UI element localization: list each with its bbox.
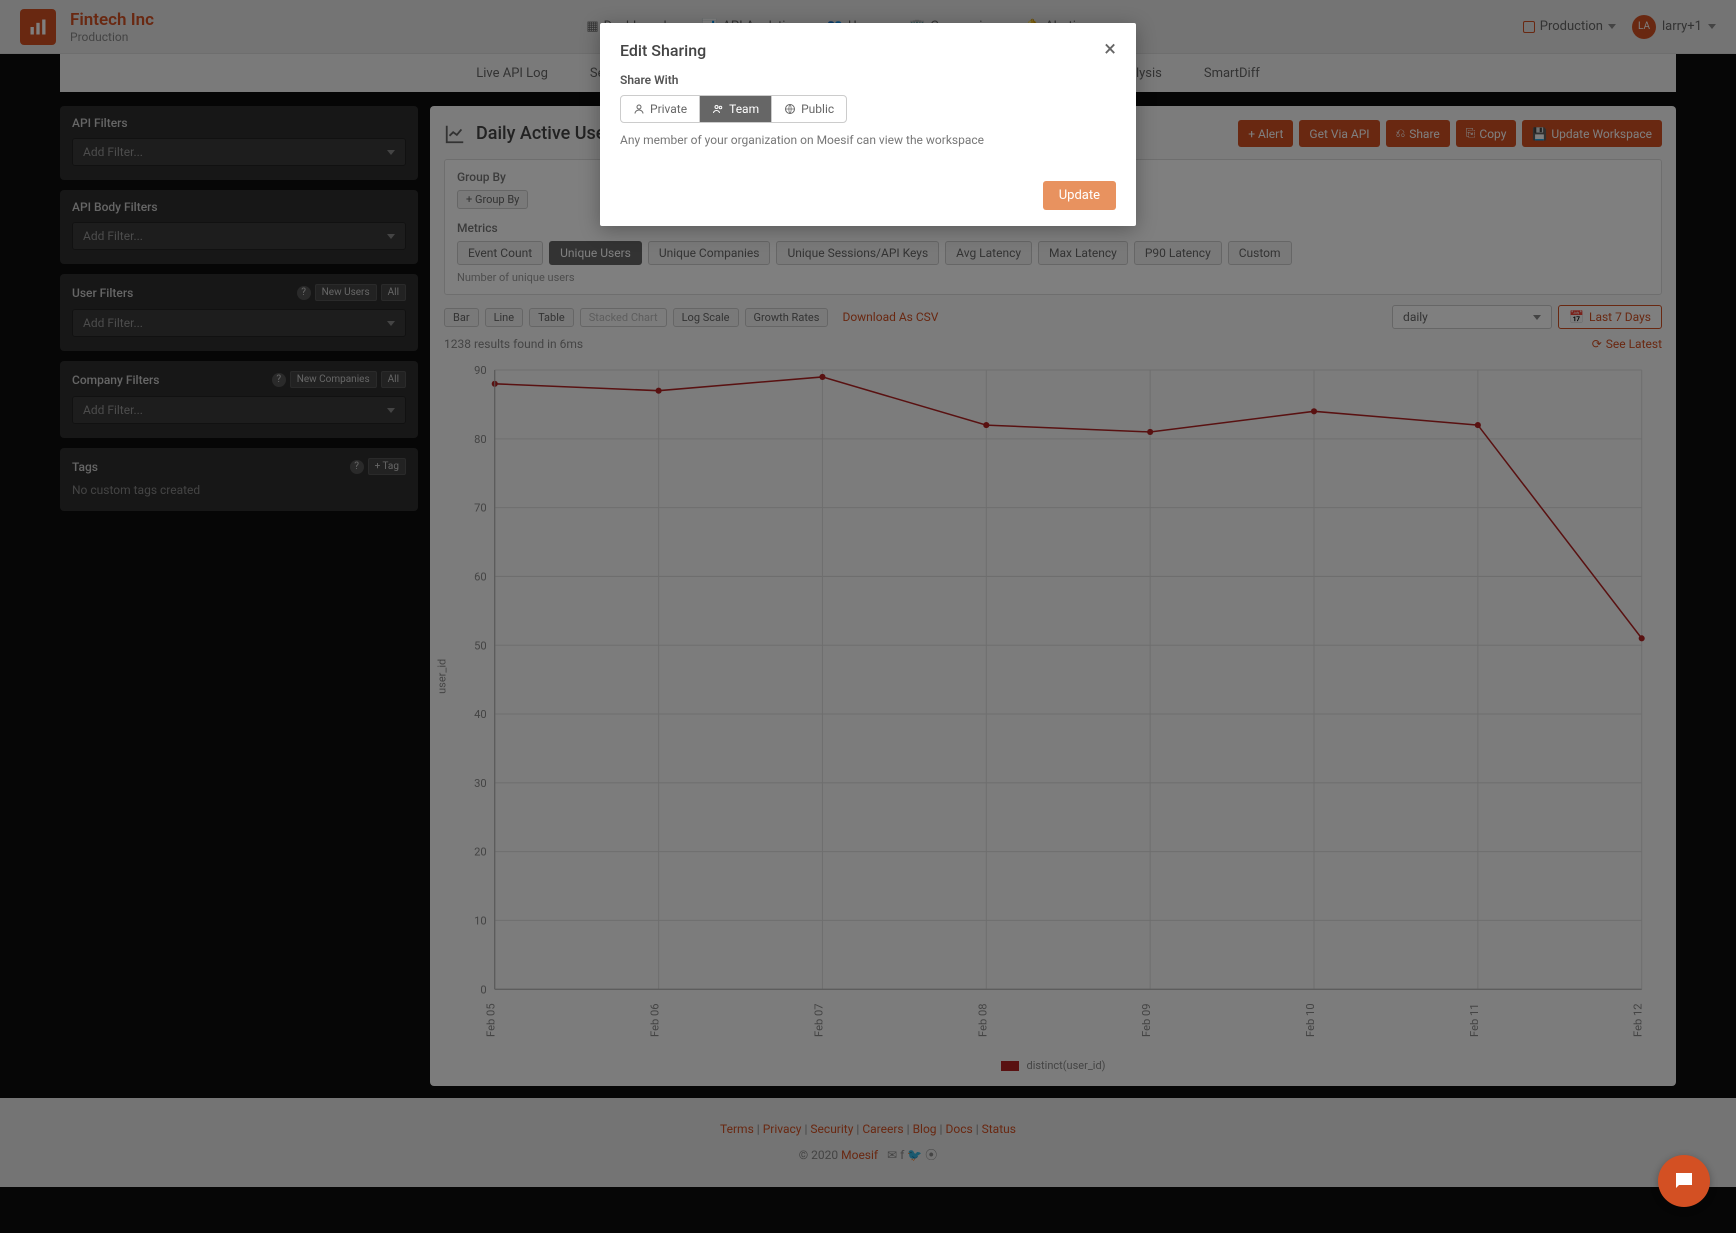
chat-bubble[interactable] [1658, 1155, 1710, 1207]
share-team[interactable]: Team [700, 96, 772, 122]
update-button[interactable]: Update [1043, 181, 1116, 210]
share-public[interactable]: Public [772, 96, 846, 122]
chat-icon [1672, 1169, 1696, 1193]
share-desc: Any member of your organization on Moesi… [620, 133, 1116, 147]
edit-sharing-modal: Edit Sharing × Share With Private Team [600, 23, 1136, 226]
team-icon [712, 103, 724, 115]
share-private[interactable]: Private [621, 96, 700, 122]
modal-overlay[interactable]: Edit Sharing × Share With Private Team [0, 0, 1736, 1233]
share-options: Private Team Public [620, 95, 847, 123]
user-icon [633, 103, 645, 115]
globe-icon [784, 103, 796, 115]
close-icon[interactable]: × [1104, 39, 1116, 61]
share-with-label: Share With [620, 73, 1116, 87]
modal-title: Edit Sharing [620, 41, 706, 60]
